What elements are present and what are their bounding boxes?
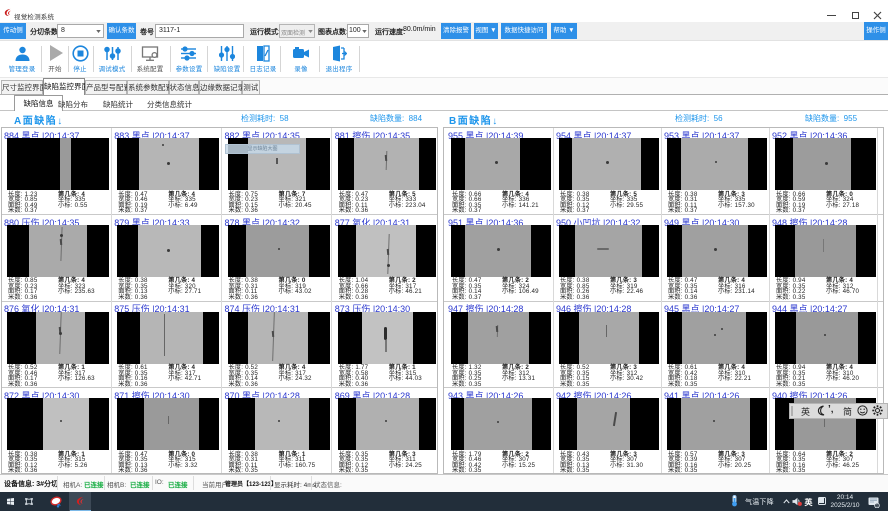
svg-text:1: 1 <box>876 503 878 507</box>
